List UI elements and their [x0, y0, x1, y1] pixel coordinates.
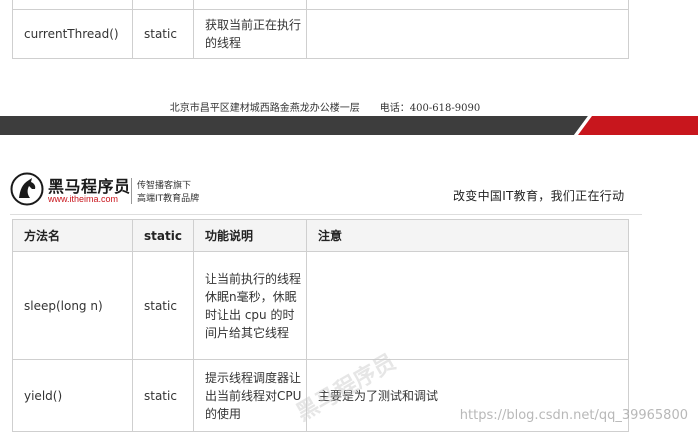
method-cell: yield()	[12, 359, 133, 432]
band-red-segment	[578, 116, 698, 135]
method-cell: sleep(long n)	[12, 251, 133, 360]
method-cell: currentThread()	[12, 9, 133, 59]
brand-tagline-2: 高端IT教育品牌	[137, 194, 200, 204]
column-header-note: 注意	[306, 219, 629, 252]
desc-cell	[193, 0, 307, 10]
desc-cell: 提示线程调度器让出当前线程对CPU的使用	[193, 359, 307, 432]
column-header-method: 方法名	[12, 219, 133, 252]
footer-address: 北京市昌平区建材城西路金燕龙办公楼一层	[169, 103, 360, 114]
static-cell: static	[132, 359, 194, 432]
footer-band	[0, 116, 698, 135]
brand-slogan: 改变中国IT教育，我们正在行动	[453, 189, 625, 203]
brand-tagline-1: 传智播客旗下	[137, 181, 192, 191]
csdn-watermark: https://blog.csdn.net/qq_39965800	[459, 408, 688, 423]
desc-cell: 获取当前正在执行的线程	[193, 9, 307, 59]
table-row: sleep(long n) static 让当前执行的线程休眠n毫秒，休眠时让出…	[12, 251, 629, 360]
page-footer: 北京市昌平区建材城西路金燕龙办公楼一层 电话：400-618-9090	[0, 99, 650, 114]
table-header-row: 方法名 static 功能说明 注意	[12, 219, 629, 252]
band-dark-segment	[0, 116, 588, 135]
table-row: currentThread() static 获取当前正在执行的线程	[12, 9, 629, 59]
static-cell: static	[132, 251, 194, 360]
static-cell	[132, 0, 194, 10]
footer-phone: 电话：400-618-9090	[379, 103, 481, 114]
note-cell	[306, 0, 629, 10]
table-row	[12, 0, 629, 10]
brand-divider	[131, 178, 132, 204]
brand-header: 黑马程序员 www.itheima.com 传智播客旗下 高端IT教育品牌 改变…	[0, 166, 698, 216]
note-cell	[306, 251, 629, 360]
top-method-table: currentThread() static 获取当前正在执行的线程	[12, 0, 629, 59]
brand-url: www.itheima.com	[48, 194, 119, 204]
static-cell: static	[132, 9, 194, 59]
note-cell	[306, 9, 629, 59]
column-header-desc: 功能说明	[193, 219, 307, 252]
horse-head-icon	[10, 172, 44, 206]
column-header-static: static	[132, 219, 194, 252]
method-cell	[12, 0, 133, 10]
header-divider	[10, 214, 642, 215]
desc-cell: 让当前执行的线程休眠n毫秒，休眠时让出 cpu 的时间片给其它线程	[193, 251, 307, 360]
